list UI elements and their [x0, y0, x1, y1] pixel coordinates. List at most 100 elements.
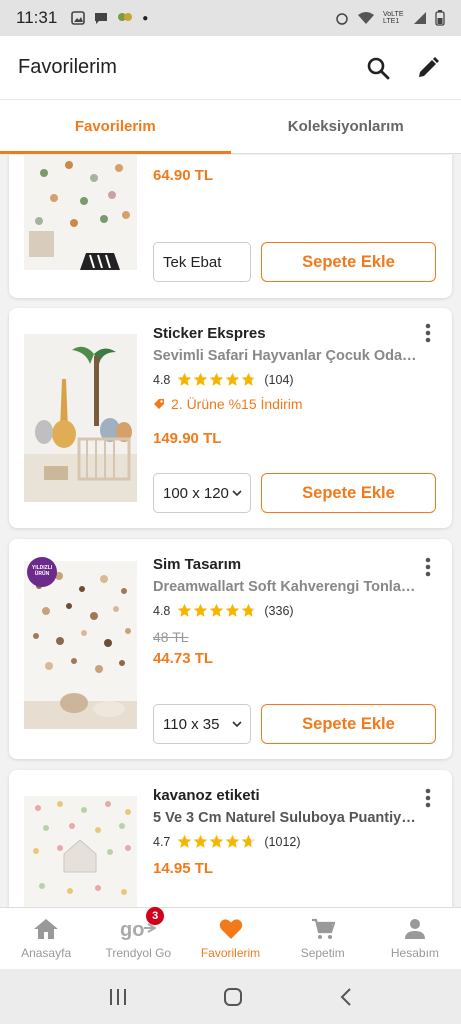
rating-value: 4.8: [153, 372, 171, 387]
product-card[interactable]: 64.90 TL Tek Ebat Sepete Ekle: [9, 155, 452, 298]
product-price: 44.73 TL: [153, 650, 214, 667]
rating-stars: [177, 603, 257, 618]
product-rating: 4.8 (104): [153, 372, 294, 387]
size-selector[interactable]: 100 x 120: [153, 473, 251, 513]
badge-text: YILDIZLI ÜRÜN: [31, 565, 53, 577]
gallery-icon: [71, 11, 86, 25]
add-to-cart-button[interactable]: Sepete Ekle: [261, 242, 436, 282]
product-card[interactable]: kavanoz etiketi 5 Ve 3 Cm Naturel Sulubo…: [9, 770, 452, 907]
product-price: 64.90 TL: [153, 167, 214, 184]
app-bar: Favorilerim: [0, 36, 461, 100]
star-icon: [210, 603, 224, 617]
product-name: Sevimli Safari Hayvanlar Çocuk Odası Duv…: [153, 348, 421, 364]
status-time: 11:31: [16, 8, 58, 27]
notification-badge: 3: [146, 907, 165, 925]
rating-stars: [177, 372, 257, 387]
alarm-icon: [336, 13, 348, 25]
product-brand: Sticker Ekspres: [153, 325, 266, 342]
nav-trendyol-go[interactable]: go 3 Trendyol Go: [92, 907, 184, 969]
battery-icon: [435, 10, 445, 26]
rating-stars: [177, 834, 257, 849]
page-title: Favorilerim: [18, 56, 117, 78]
promo-text: 2. Ürüne %15 İndirim: [171, 396, 303, 412]
nav-sepetim[interactable]: Sepetim: [277, 908, 369, 969]
search-icon: [367, 57, 390, 79]
chevron-down-icon: [232, 490, 242, 497]
product-old-price: 48 TL: [153, 629, 189, 645]
tab-favorilerim[interactable]: Favorilerim: [0, 100, 231, 154]
nav-label: Favorilerim: [200, 946, 261, 960]
chevron-down-icon: [232, 721, 242, 728]
add-to-cart-button[interactable]: Sepete Ekle: [261, 704, 436, 744]
system-navigation-bar: [0, 969, 461, 1024]
star-icon: [210, 372, 224, 386]
star-icon: [242, 372, 256, 386]
more-vert-icon: [425, 557, 431, 577]
more-vert-icon: [425, 788, 431, 808]
more-options-button[interactable]: [417, 322, 439, 344]
recents-icon[interactable]: [108, 988, 128, 1006]
product-price: 14.95 TL: [153, 860, 214, 877]
size-value: 100 x 120: [163, 484, 229, 502]
product-image[interactable]: [24, 155, 137, 270]
cart-icon: [311, 918, 335, 939]
star-icon: [194, 372, 208, 386]
star-icon: [210, 834, 224, 848]
svg-text:go: go: [120, 919, 144, 940]
tab-bar: Favorilerim Koleksiyonlarım: [0, 100, 461, 154]
size-value: 110 x 35: [163, 715, 220, 733]
nav-anasayfa[interactable]: Anasayfa: [0, 908, 92, 969]
edit-button[interactable]: [413, 53, 443, 83]
review-count: (336): [264, 603, 294, 618]
review-count: (1012): [264, 834, 301, 849]
product-rating: 4.8 (336): [153, 603, 294, 618]
signal-icon: [414, 12, 426, 24]
product-name: 5 Ve 3 Cm Naturel Suluboya Puantiye Stic…: [153, 810, 421, 826]
more-vert-icon: [425, 323, 431, 343]
product-price: 149.90 TL: [153, 430, 222, 447]
star-icon: [242, 834, 256, 848]
product-name: Dreamwallart Soft Kahverengi Tonlar Puan…: [153, 579, 421, 595]
more-options-button[interactable]: [417, 787, 439, 809]
rating-value: 4.8: [153, 603, 171, 618]
message-icon: [95, 13, 108, 24]
product-brand: kavanoz etiketi: [153, 787, 260, 804]
nav-hesabim[interactable]: Hesabım: [369, 908, 461, 969]
nav-favorilerim[interactable]: Favorilerim: [184, 908, 276, 969]
star-icon: [226, 603, 240, 617]
star-icon: [178, 372, 192, 386]
size-selector[interactable]: 110 x 35: [153, 704, 251, 744]
product-card[interactable]: Sticker Ekspres Sevimli Safari Hayvanlar…: [9, 308, 452, 528]
size-selector[interactable]: Tek Ebat: [153, 242, 251, 282]
product-card[interactable]: YILDIZLI ÜRÜN Sim Tasarım Dreamwallart S…: [9, 539, 452, 759]
product-brand: Sim Tasarım: [153, 556, 242, 573]
star-icon: [226, 372, 240, 386]
nav-label: Anasayfa: [21, 946, 72, 960]
nav-label: Sepetim: [300, 946, 345, 960]
home-icon: [34, 919, 59, 939]
tag-icon: [154, 399, 164, 409]
bottom-navigation: Anasayfa go 3 Trendyol Go Favorilerim Se…: [0, 907, 461, 969]
network-label: VoLTE LTE1: [383, 11, 404, 25]
status-bar: 11:31 ● VoLTE LTE1: [0, 0, 461, 36]
more-options-button[interactable]: [417, 556, 439, 578]
wifi-icon: [358, 12, 374, 24]
tab-koleksiyonlarim[interactable]: Koleksiyonlarım: [231, 100, 461, 153]
add-to-cart-button[interactable]: Sepete Ekle: [261, 473, 436, 513]
promo-label: 2. Ürüne %15 İndirim: [153, 396, 303, 412]
product-image[interactable]: [24, 334, 137, 502]
home-button-icon[interactable]: [223, 987, 243, 1007]
search-button[interactable]: [363, 53, 393, 83]
favorites-list[interactable]: 64.90 TL Tek Ebat Sepete Ekle Sticker Ek…: [0, 155, 461, 907]
yildizli-urun-badge: YILDIZLI ÜRÜN: [27, 557, 57, 587]
rating-value: 4.7: [153, 834, 171, 849]
back-icon[interactable]: [339, 987, 353, 1007]
pencil-icon: [419, 56, 439, 77]
heart-icon: [219, 919, 242, 939]
star-icon: [226, 834, 240, 848]
dot-icon: ●: [142, 12, 149, 24]
product-image[interactable]: [24, 796, 137, 907]
review-count: (104): [264, 372, 294, 387]
star-icon: [194, 603, 208, 617]
nav-label: Hesabım: [390, 946, 439, 960]
